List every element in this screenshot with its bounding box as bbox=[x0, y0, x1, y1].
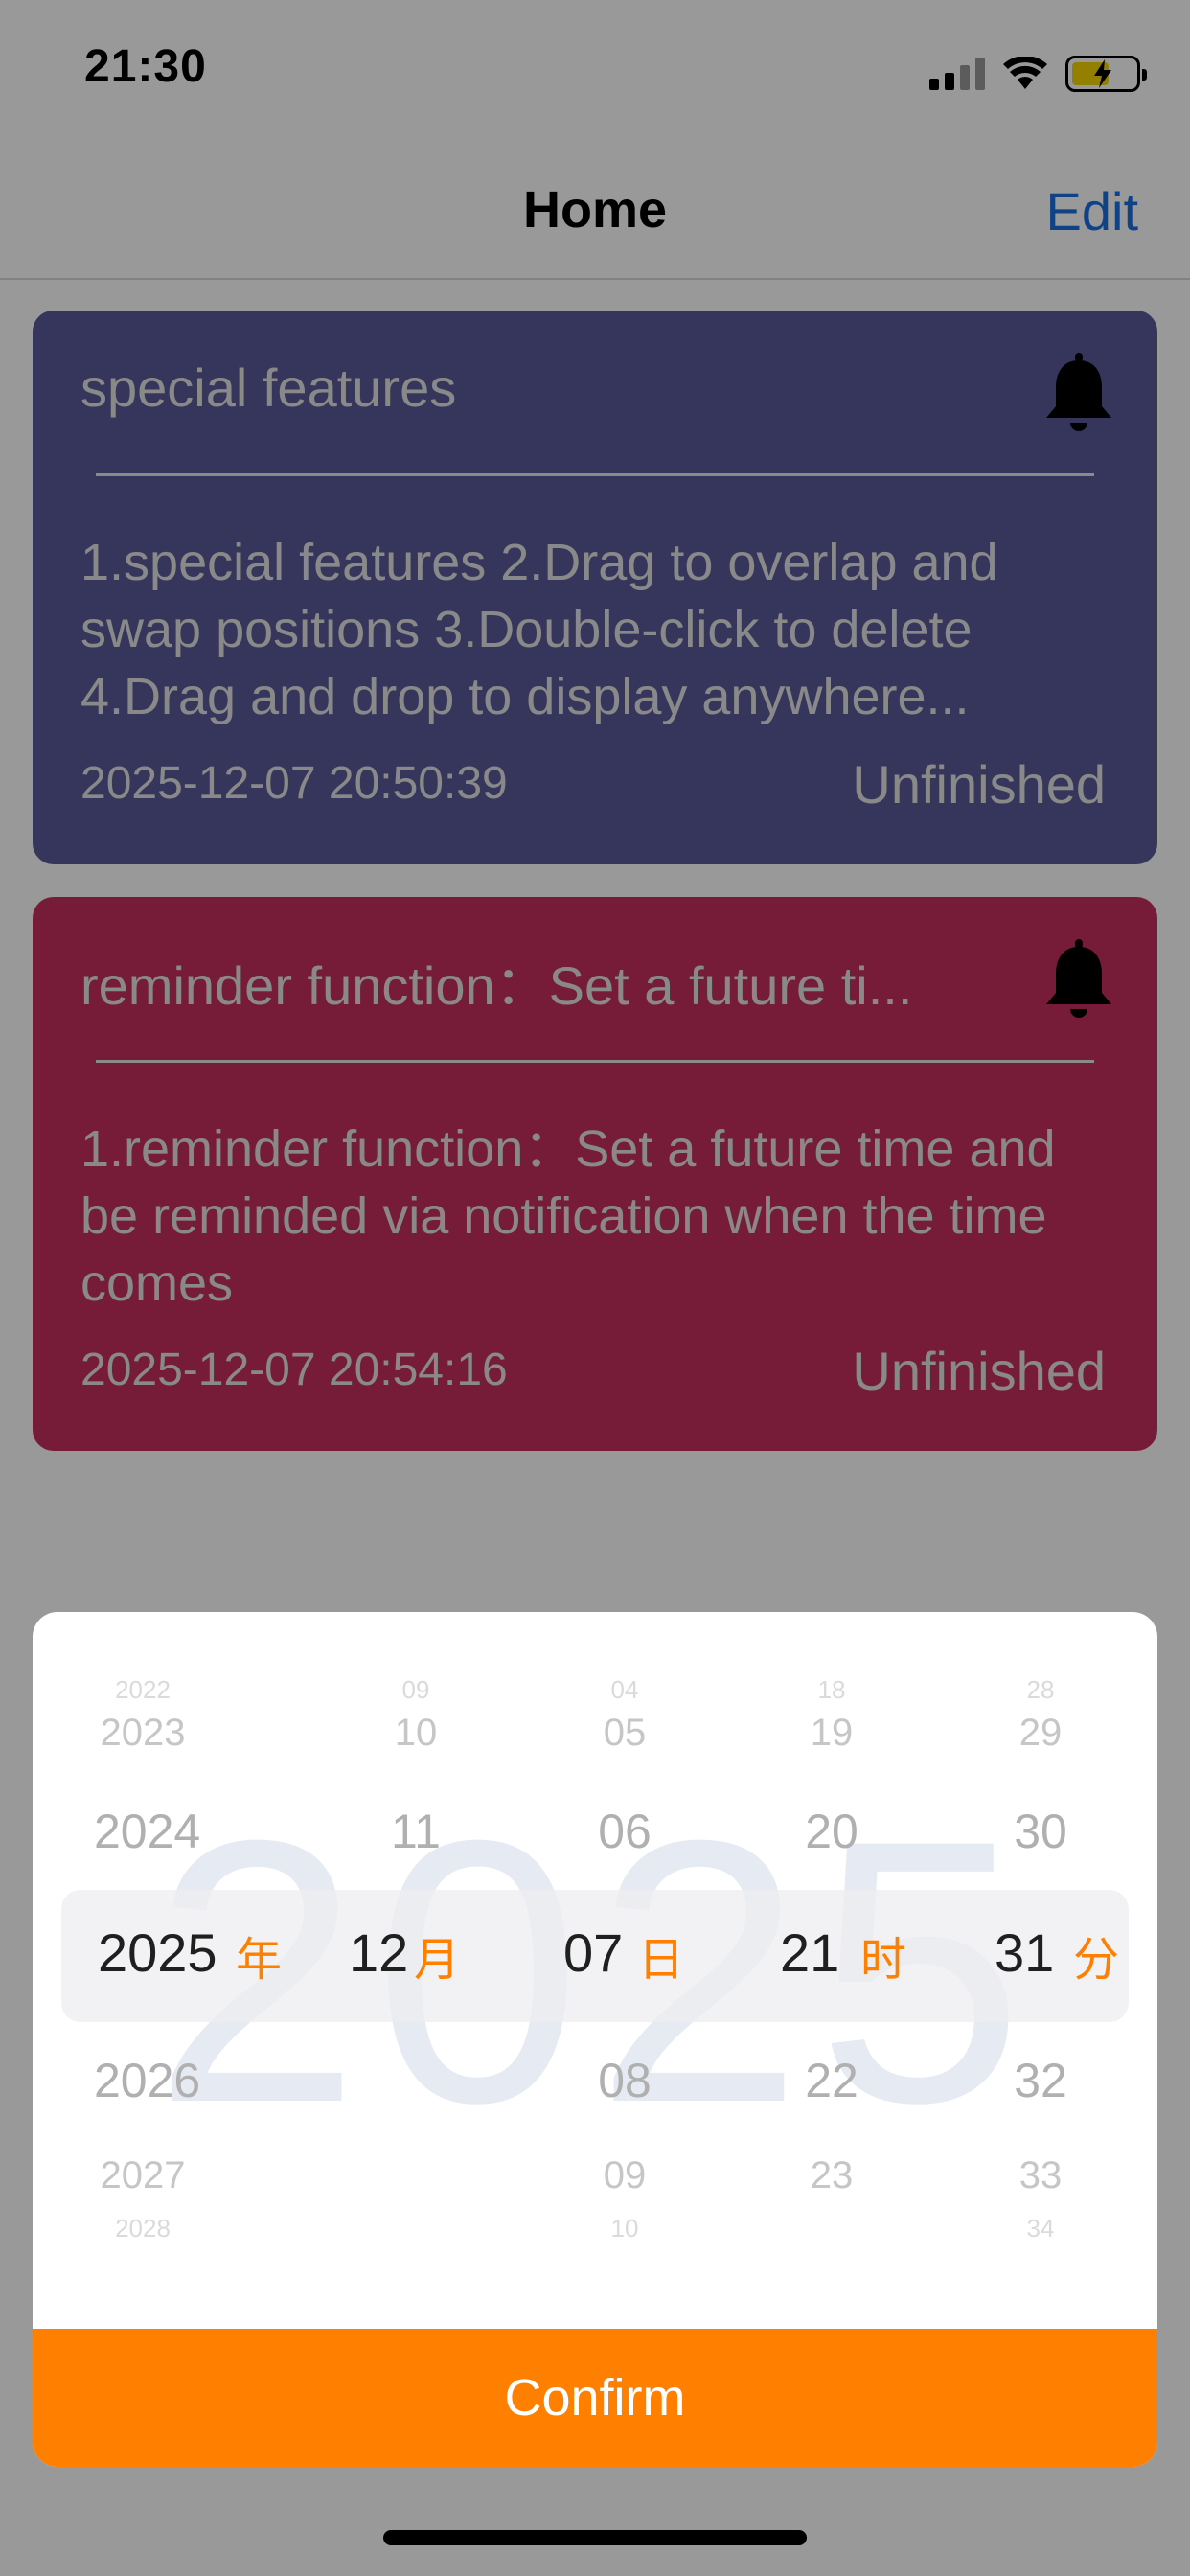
year-wheel[interactable]: 2022 2023 2024 2025 2026 2027 2028 bbox=[71, 1612, 217, 2331]
wheel-option[interactable]: 2028 bbox=[71, 2214, 215, 2243]
confirm-button[interactable]: Confirm bbox=[33, 2329, 1157, 2467]
month-unit-label: 月 bbox=[414, 1935, 461, 1986]
wheel-option[interactable]: 05 bbox=[544, 1712, 705, 1755]
year-unit-label: 年 bbox=[236, 1935, 283, 1986]
wheel-option[interactable]: 2023 bbox=[71, 1712, 215, 1755]
wheel-option[interactable]: 11 bbox=[335, 1804, 496, 1859]
wheel-option-selected[interactable]: 2025 bbox=[71, 1921, 217, 1984]
minute-unit-label: 分 bbox=[1073, 1935, 1120, 1986]
wheel-option[interactable]: 32 bbox=[960, 2053, 1121, 2108]
wheel-option[interactable]: 06 bbox=[544, 1804, 705, 1859]
wheel-option[interactable]: 2027 bbox=[71, 2154, 215, 2197]
wheel-option[interactable]: 2024 bbox=[71, 1804, 215, 1859]
home-indicator[interactable] bbox=[383, 2530, 807, 2545]
wheel-option[interactable]: 30 bbox=[960, 1804, 1121, 1859]
wheel-option[interactable]: 22 bbox=[751, 2053, 912, 2108]
wheel-option[interactable]: 2026 bbox=[71, 2053, 215, 2108]
app-screen: 21:30 Home Edit special features 1.speci… bbox=[0, 0, 1190, 2576]
wheel-option[interactable]: 08 bbox=[544, 2053, 705, 2108]
wheel-option[interactable]: 28 bbox=[960, 1675, 1121, 1705]
wheel-option[interactable]: 29 bbox=[960, 1712, 1121, 1755]
hour-unit-label: 时 bbox=[860, 1935, 907, 1986]
wheel-option[interactable]: 23 bbox=[751, 2154, 912, 2197]
day-unit-label: 日 bbox=[638, 1935, 685, 1986]
wheel-option[interactable]: 10 bbox=[335, 1712, 496, 1755]
wheel-option[interactable]: 34 bbox=[960, 2214, 1121, 2243]
date-time-picker: 2025 2022 2023 2024 2025 2026 2027 2028 … bbox=[33, 1612, 1157, 2467]
wheel-option[interactable]: 10 bbox=[544, 2214, 705, 2243]
wheel-option[interactable]: 2022 bbox=[71, 1675, 215, 1705]
wheel-option[interactable]: 33 bbox=[960, 2154, 1121, 2197]
wheel-option[interactable]: 20 bbox=[751, 1804, 912, 1859]
wheel-option[interactable]: 09 bbox=[544, 2154, 705, 2197]
wheel-option[interactable]: 09 bbox=[335, 1675, 496, 1705]
wheel-option[interactable]: 18 bbox=[751, 1675, 912, 1705]
wheel-option[interactable]: 04 bbox=[544, 1675, 705, 1705]
wheel-option[interactable]: 19 bbox=[751, 1712, 912, 1755]
